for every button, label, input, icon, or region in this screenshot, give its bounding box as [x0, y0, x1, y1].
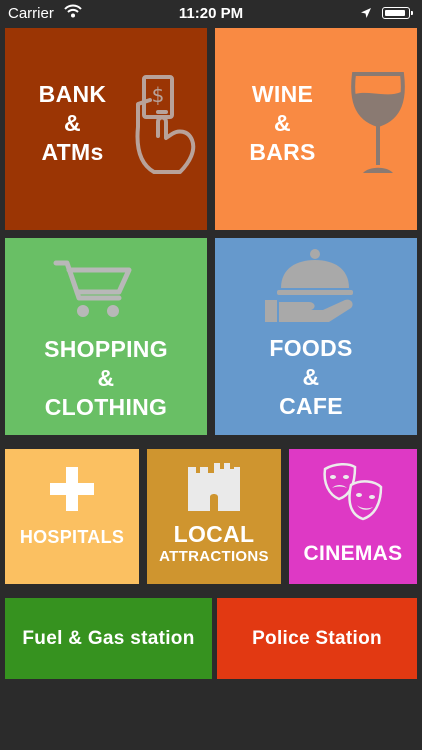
tile-wine-bars[interactable]: WINE & BARS [215, 28, 417, 230]
tile-fuel-label: Fuel & Gas station [22, 628, 195, 649]
location-arrow-icon [361, 8, 371, 18]
tile-shopping-clothing[interactable]: SHOPPING & CLOTHING [5, 238, 207, 435]
tile-police-station[interactable]: Police Station [217, 598, 417, 679]
tile-fuel-gas-station[interactable]: Fuel & Gas station [5, 598, 212, 679]
castle-icon [188, 463, 240, 511]
tile-bank-line1: BANK [38, 81, 107, 107]
tile-cinemas[interactable]: CINEMAS [289, 449, 417, 584]
tile-bank-atms[interactable]: BANK & ATMs $ [5, 28, 207, 230]
cloche-serving-icon [265, 249, 353, 322]
wine-glass-icon [351, 72, 405, 173]
tile-foods-cafe[interactable]: FOODS & CAFE [215, 238, 417, 435]
tile-shopping-line1: SHOPPING [44, 336, 168, 362]
tile-foods-line1: FOODS [269, 335, 353, 361]
battery-icon [382, 7, 413, 19]
shopping-cart-icon [53, 260, 132, 317]
tile-hospitals-label: HOSPITALS [19, 527, 125, 547]
tile-bank-line2: & [64, 110, 81, 136]
tile-local-attractions[interactable]: LOCAL ATTRACTIONS [147, 449, 281, 584]
tile-shopping-line3: CLOTHING [44, 394, 168, 420]
tile-foods-line2: & [302, 364, 320, 390]
status-time: 11:20 PM [178, 5, 244, 22]
tile-local-line2: ATTRACTIONS [159, 548, 269, 565]
medical-cross-icon [50, 467, 94, 511]
tile-police-label: Police Station [252, 628, 382, 649]
svg-text:$: $ [152, 83, 165, 107]
tile-cinemas-label: CINEMAS [303, 542, 403, 565]
hand-money-icon: $ [135, 75, 196, 174]
status-bar: Carrier 11:20 PM [0, 0, 422, 28]
tile-shopping-line2: & [97, 365, 115, 391]
tile-foods-line3: CAFE [279, 393, 343, 419]
theater-masks-icon [323, 463, 383, 521]
tile-bank-line3: ATMs [41, 139, 104, 165]
tile-hospitals[interactable]: HOSPITALS [5, 449, 139, 584]
tile-wine-line1: WINE [251, 81, 314, 107]
tile-wine-line3: BARS [249, 139, 316, 165]
tile-wine-line2: & [274, 110, 291, 136]
tile-local-line1: LOCAL [173, 521, 255, 547]
